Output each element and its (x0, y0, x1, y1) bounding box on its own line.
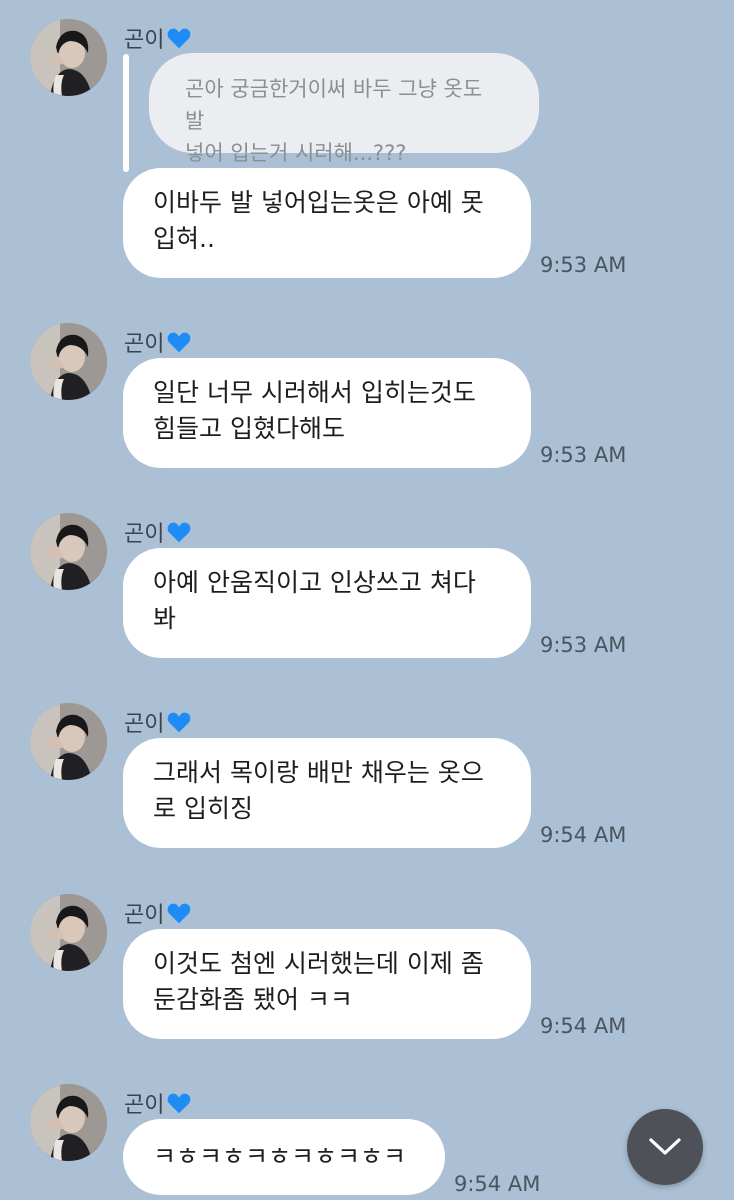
message-bubble[interactable]: 아예 안움직이고 인상쓰고 쳐다 봐 (123, 548, 531, 658)
sender-name: 곤이 (124, 1087, 192, 1119)
avatar[interactable] (30, 894, 107, 971)
message-bubble[interactable]: 그래서 목이랑 배만 채우는 옷으 로 입히징 (123, 738, 531, 848)
blue-heart-icon (168, 522, 191, 543)
sender-name-text: 곤이 (124, 28, 165, 53)
quoted-message[interactable]: 곤아 궁금한거이써 바두 그냥 옷도 발 넣어 입는거 시러해...??? (149, 53, 539, 165)
chat-area: 곤이 곤아 궁금한거이써 바두 그냥 옷도 발 넣어 입는거 시러해...???… (0, 0, 734, 1200)
blue-heart-icon (168, 332, 191, 353)
avatar[interactable] (30, 19, 107, 96)
avatar[interactable] (30, 1084, 107, 1161)
blue-heart-icon (168, 903, 191, 924)
sender-name-text: 곤이 (124, 903, 165, 928)
message-bubble[interactable]: ㅋㅎㅋㅎㅋㅎㅋㅎㅋㅎㅋ (123, 1119, 445, 1195)
sender-name: 곤이 (124, 897, 192, 929)
message-time: 9:54 AM (454, 1172, 541, 1196)
avatar[interactable] (30, 323, 107, 400)
avatar[interactable] (30, 703, 107, 780)
message-time: 9:53 AM (540, 253, 627, 277)
sender-name: 곤이 (124, 22, 192, 54)
avatar[interactable] (30, 513, 107, 590)
sender-name-text: 곤이 (124, 1093, 165, 1118)
sender-name-text: 곤이 (124, 712, 165, 737)
message-bubble[interactable]: 이바두 발 넣어입는옷은 아예 못 입혀.. (123, 168, 531, 278)
message-time: 9:54 AM (540, 823, 627, 847)
blue-heart-icon (168, 28, 191, 49)
message-bubble[interactable]: 이것도 첨엔 시러했는데 이제 좀 둔감화좀 됐어 ㅋㅋ (123, 929, 531, 1039)
message-bubble[interactable]: 일단 너무 시러해서 입히는것도 힘들고 입혔다해도 (123, 358, 531, 468)
message-time: 9:53 AM (540, 443, 627, 467)
message-time: 9:54 AM (540, 1014, 627, 1038)
chevron-down-icon (649, 1138, 681, 1155)
blue-heart-icon (168, 712, 191, 733)
quote-bar (123, 54, 129, 172)
sender-name: 곤이 (124, 516, 192, 548)
sender-name: 곤이 (124, 706, 192, 738)
blue-heart-icon (168, 1093, 191, 1114)
scroll-to-bottom-button[interactable] (627, 1109, 703, 1185)
sender-name-text: 곤이 (124, 332, 165, 357)
message-time: 9:53 AM (540, 633, 627, 657)
sender-name-text: 곤이 (124, 522, 165, 547)
sender-name: 곤이 (124, 326, 192, 358)
